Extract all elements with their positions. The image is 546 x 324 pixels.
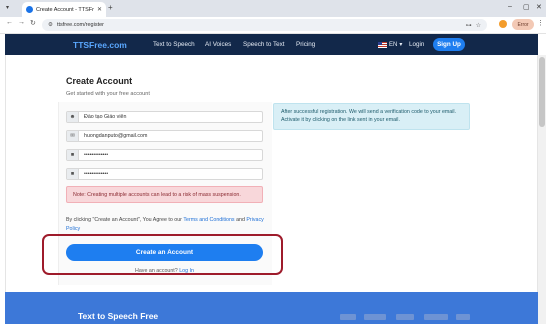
email-input[interactable] <box>79 131 262 141</box>
scrollbar-thumb[interactable] <box>539 57 545 127</box>
footer-badge <box>424 314 448 320</box>
site-info-icon[interactable]: ⚙ <box>48 22 53 28</box>
warning-note: Note: Creating multiple accounts can lea… <box>66 186 263 203</box>
chevron-down-icon: ▾ <box>399 42 403 48</box>
page-subtitle: Get started with your free account <box>66 91 150 97</box>
tab-title: Create Account - TTSFree.com <box>36 6 94 13</box>
login-link[interactable]: Login <box>409 41 424 48</box>
close-window-icon[interactable]: ✕ <box>536 3 542 11</box>
language-selector[interactable]: EN ▾ <box>378 41 402 48</box>
footer-title: Text to Speech Free <box>78 311 159 321</box>
password-input[interactable] <box>79 150 262 160</box>
terms-text: By clicking "Create an Account", You Agr… <box>66 216 266 234</box>
terms-link[interactable]: Terms and Conditions <box>183 217 234 223</box>
nav-link-pricing[interactable]: Pricing <box>296 41 315 48</box>
password-field: ■ <box>66 149 263 161</box>
url-text[interactable]: ttsfree.com/register <box>57 22 462 28</box>
translate-icon[interactable]: ⊶ <box>466 22 472 29</box>
have-account-text: Have an account? Log In <box>66 268 263 274</box>
scrollbar[interactable] <box>538 55 546 324</box>
maximize-icon[interactable]: ▢ <box>523 3 530 11</box>
sign-up-button[interactable]: Sign Up <box>433 38 465 51</box>
info-alert: After successful registration. We will s… <box>273 103 470 130</box>
log-in-link[interactable]: Log In <box>179 268 194 274</box>
close-tab-icon[interactable]: ✕ <box>97 6 102 13</box>
new-tab-icon[interactable]: + <box>108 3 113 12</box>
lock-icon: ■ <box>67 169 79 179</box>
create-account-button[interactable]: Create an Account <box>66 244 263 261</box>
profile-button[interactable]: Error <box>512 19 534 30</box>
favicon-icon <box>26 6 33 13</box>
terms-prefix: By clicking "Create an Account", You Agr… <box>66 217 182 223</box>
address-bar[interactable]: ⚙ ttsfree.com/register ⊶ ☆ <box>42 19 487 31</box>
reload-icon[interactable]: ↻ <box>30 19 36 27</box>
footer-badge <box>340 314 356 320</box>
confirm-password-field: ■ <box>66 168 263 180</box>
confirm-password-input[interactable] <box>79 169 262 179</box>
email-icon: ✉ <box>67 131 79 141</box>
browser-menu-icon[interactable]: ⋮ <box>537 19 544 27</box>
minimize-icon[interactable]: – <box>508 3 512 10</box>
tab-search-icon[interactable]: ▾ <box>6 4 9 11</box>
footer-badge <box>456 314 470 320</box>
page-title: Create Account <box>66 76 133 86</box>
terms-and: and <box>236 217 245 223</box>
nav-link-ai-voices[interactable]: AI Voices <box>205 41 231 48</box>
name-field: ☻ <box>66 111 263 123</box>
language-label: EN <box>389 41 398 48</box>
footer-badge <box>396 314 414 320</box>
nav-link-speech-to-text[interactable]: Speech to Text <box>243 41 285 48</box>
extension-icon[interactable] <box>499 20 507 28</box>
email-field: ✉ <box>66 130 263 142</box>
footer-badge <box>364 314 386 320</box>
bookmark-star-icon[interactable]: ☆ <box>476 22 481 29</box>
have-account-label: Have an account? <box>135 268 178 274</box>
name-input[interactable] <box>79 112 262 122</box>
lock-icon: ■ <box>67 150 79 160</box>
back-icon[interactable]: ← <box>6 19 13 26</box>
user-icon: ☻ <box>67 112 79 122</box>
site-logo[interactable]: TTSFree.com <box>73 40 127 50</box>
us-flag-icon <box>378 41 387 48</box>
forward-icon[interactable]: → <box>18 19 25 26</box>
nav-link-text-to-speech[interactable]: Text to Speech <box>153 41 195 48</box>
browser-tab[interactable]: Create Account - TTSFree.com ✕ <box>22 2 106 17</box>
